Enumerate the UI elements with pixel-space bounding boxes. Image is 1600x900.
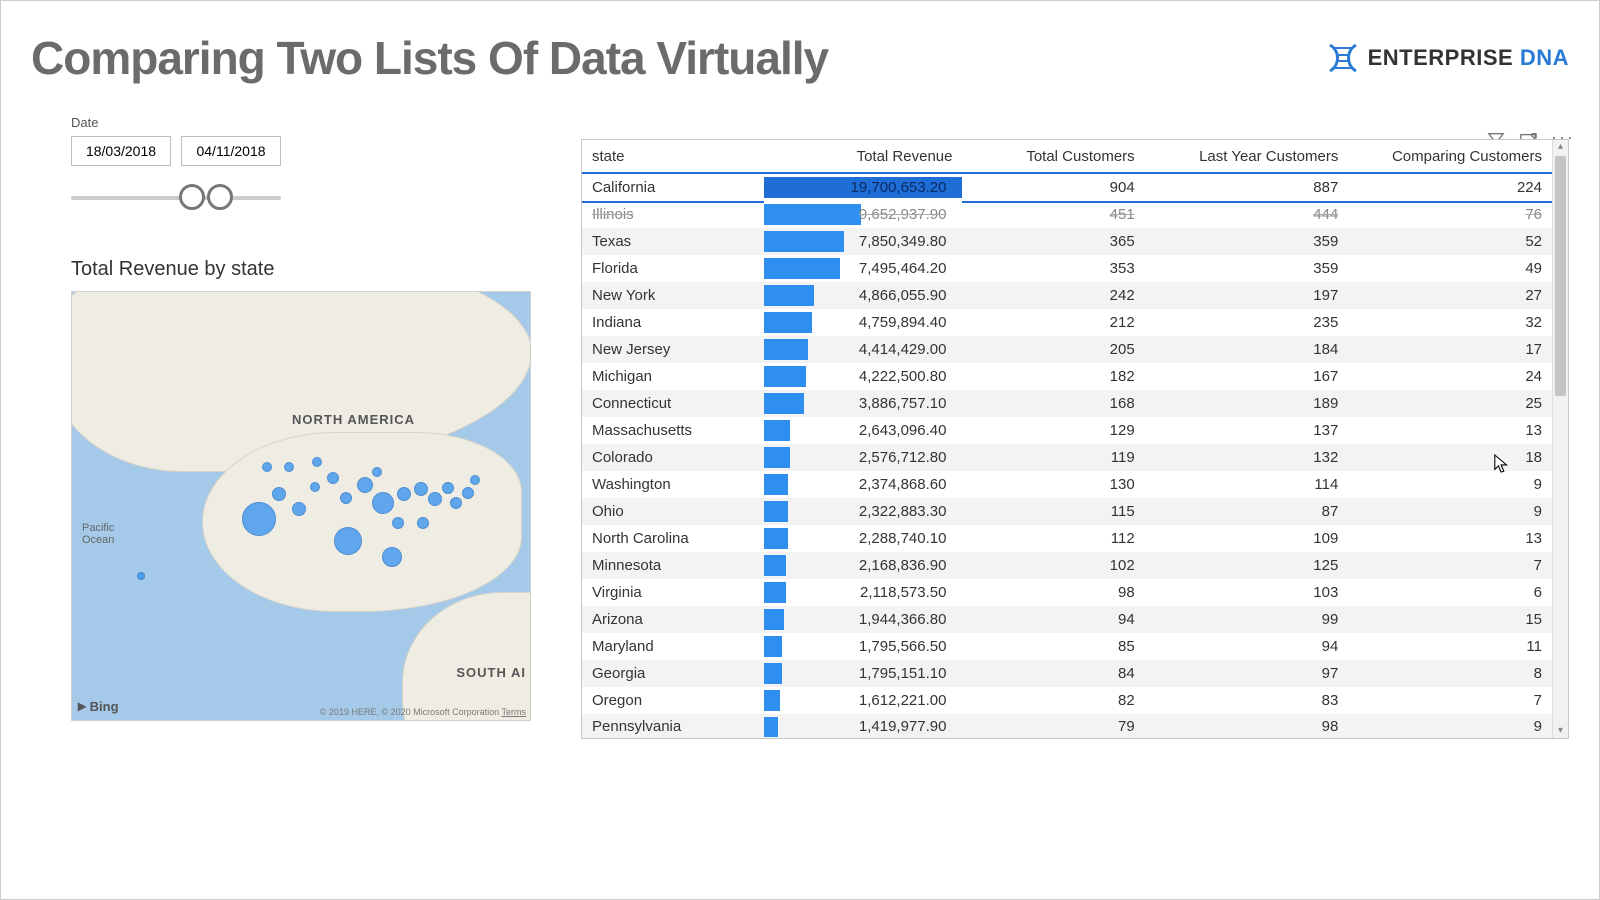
table-row[interactable]: Arizona1,944,366.80949915: [582, 606, 1552, 633]
map-provider: ▸ Bing: [78, 696, 119, 716]
table-row[interactable]: California19,700,653.20904887224: [582, 174, 1552, 201]
vertical-scrollbar[interactable]: ▴ ▾: [1552, 140, 1568, 738]
table-row[interactable]: Illinois9,652,937.9045144476: [582, 201, 1552, 228]
table-row[interactable]: Maryland1,795,566.50859411: [582, 633, 1552, 660]
map-title: Total Revenue by state: [71, 258, 531, 281]
col-total-revenue[interactable]: Total Revenue: [764, 140, 962, 174]
table-row[interactable]: New York4,866,055.9024219727: [582, 282, 1552, 309]
table-row[interactable]: Pennsylvania1,419,977.9079989: [582, 714, 1552, 739]
date-to-input[interactable]: 04/11/2018: [181, 136, 281, 166]
table-header-row[interactable]: state Total Revenue Total Customers Last…: [582, 140, 1552, 174]
table-row[interactable]: Colorado2,576,712.8011913218: [582, 444, 1552, 471]
map-ocean-label: Pacific Ocean: [82, 522, 114, 546]
scroll-down-arrow[interactable]: ▾: [1555, 724, 1566, 738]
table-row[interactable]: Connecticut3,886,757.1016818925: [582, 390, 1552, 417]
brand-logo: ENTERPRISE DNA: [1326, 43, 1569, 73]
table-row[interactable]: Oregon1,612,221.0082837: [582, 687, 1552, 714]
brand-text: ENTERPRISE DNA: [1368, 45, 1569, 71]
slider-handle-to[interactable]: [207, 184, 233, 210]
scroll-up-arrow[interactable]: ▴: [1555, 140, 1566, 154]
table-visual[interactable]: state Total Revenue Total Customers Last…: [581, 139, 1569, 739]
col-state[interactable]: state: [582, 140, 764, 174]
col-comparing-customers[interactable]: Comparing Customers: [1348, 140, 1552, 174]
map-south-label: SOUTH AI: [456, 665, 526, 680]
table-row[interactable]: Ohio2,322,883.30115879: [582, 498, 1552, 525]
table-row[interactable]: Washington2,374,868.601301149: [582, 471, 1552, 498]
table-row[interactable]: Virginia2,118,573.50981036: [582, 579, 1552, 606]
date-from-input[interactable]: 18/03/2018: [71, 136, 171, 166]
table-row[interactable]: Michigan4,222,500.8018216724: [582, 363, 1552, 390]
map-visual[interactable]: NORTH AMERICA Pacific Ocean SOUTH AI: [71, 291, 531, 721]
date-range-slider[interactable]: [71, 178, 281, 218]
slider-handle-from[interactable]: [179, 184, 205, 210]
dna-icon: [1326, 43, 1360, 73]
table-row[interactable]: Minnesota2,168,836.901021257: [582, 552, 1552, 579]
date-slicer-label: Date: [71, 115, 531, 130]
table-row[interactable]: Massachusetts2,643,096.4012913713: [582, 417, 1552, 444]
map-terms-link[interactable]: Terms: [502, 707, 527, 717]
table-row[interactable]: Indiana4,759,894.4021223532: [582, 309, 1552, 336]
table-row[interactable]: Georgia1,795,151.1084978: [582, 660, 1552, 687]
col-total-customers[interactable]: Total Customers: [962, 140, 1144, 174]
scroll-thumb[interactable]: [1555, 156, 1566, 396]
table-row[interactable]: North Carolina2,288,740.1011210913: [582, 525, 1552, 552]
map-attribution: © 2019 HERE, © 2020 Microsoft Corporatio…: [320, 707, 526, 717]
col-last-year-customers[interactable]: Last Year Customers: [1145, 140, 1349, 174]
table-row[interactable]: Florida7,495,464.2035335949: [582, 255, 1552, 282]
table-row[interactable]: Texas7,850,349.8036535952: [582, 228, 1552, 255]
page-title: Comparing Two Lists Of Data Virtually: [31, 31, 828, 85]
map-continent-label: NORTH AMERICA: [292, 412, 415, 427]
table-row[interactable]: New Jersey4,414,429.0020518417: [582, 336, 1552, 363]
